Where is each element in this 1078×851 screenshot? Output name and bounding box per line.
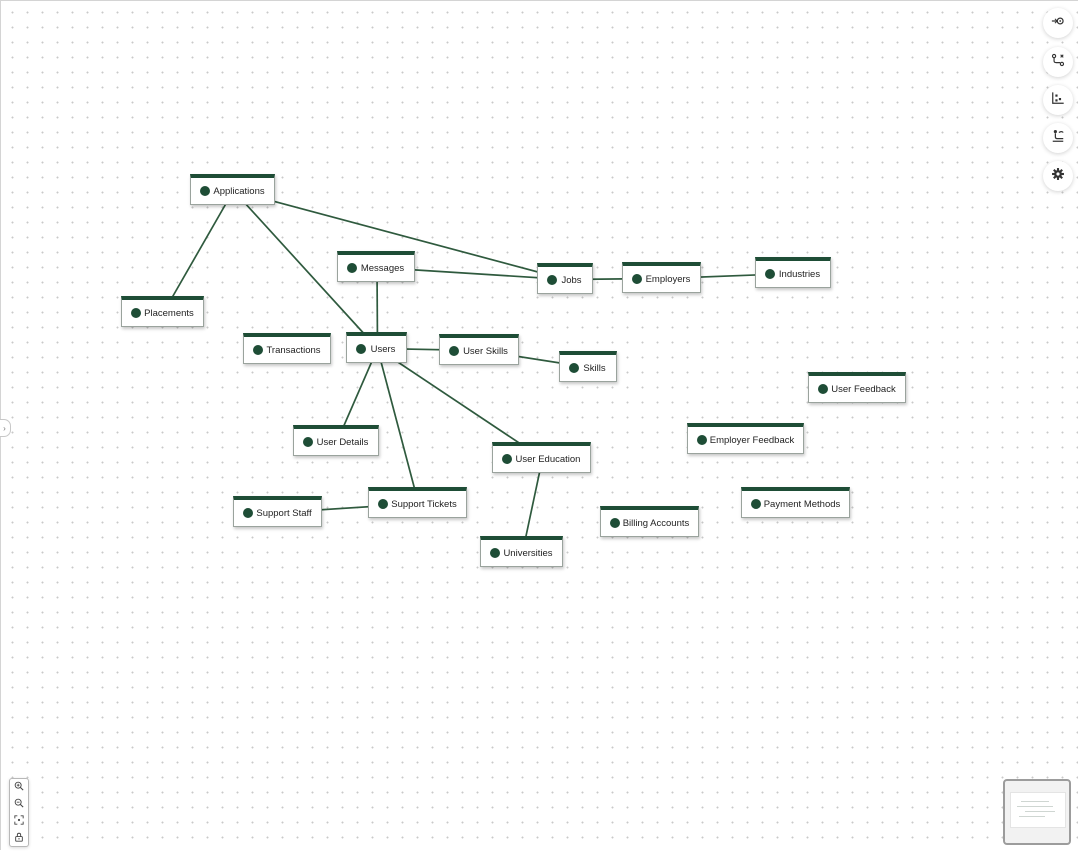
entity-dot-icon [751,499,761,509]
entity-dot-icon [131,308,141,318]
node-transactions[interactable]: Transactions [243,333,331,364]
entity-dot-icon [547,275,557,285]
entity-dot-icon [378,499,388,509]
entity-dot-icon [502,454,512,464]
fit-view-icon [14,812,24,830]
node-jobs[interactable]: Jobs [537,263,593,294]
entity-dot-icon [243,508,253,518]
node-users[interactable]: Users [346,332,407,363]
commit-arrow-button[interactable] [1043,8,1073,38]
entity-dot-icon [765,269,775,279]
minimap[interactable] [1003,779,1071,845]
scatter-layout-icon [1051,91,1065,110]
node-universities[interactable]: Universities [480,536,563,567]
node-label: Employer Feedback [709,434,795,446]
diagram-canvas[interactable]: Applications Placements Messages Jobs Em… [0,0,1078,850]
node-messages[interactable]: Messages [337,251,415,282]
entity-dot-icon [610,518,620,528]
node-placements[interactable]: Placements [121,296,204,327]
node-label: User Details [316,436,369,448]
entity-dot-icon [697,435,707,445]
node-user-details[interactable]: User Details [293,425,379,456]
node-label: Universities [503,547,553,559]
lock-icon [14,829,24,847]
route-icon [1051,53,1065,72]
node-label: Transactions [266,344,321,356]
lock-button[interactable] [13,832,25,844]
entity-dot-icon [632,274,642,284]
entity-dot-icon [303,437,313,447]
tree-layout-icon [1051,129,1065,148]
settings-button[interactable] [1043,161,1073,191]
node-employers[interactable]: Employers [622,262,701,293]
entity-dot-icon [347,263,357,273]
node-user-education[interactable]: User Education [492,442,591,473]
entity-dot-icon [818,384,828,394]
node-label: Industries [778,268,821,280]
zoom-out-button[interactable] [13,798,25,810]
node-industries[interactable]: Industries [755,257,831,288]
node-label: Users [370,343,396,355]
node-label: Payment Methods [763,498,841,510]
sidebar-toggle[interactable]: › [0,419,11,437]
zoom-out-icon [14,795,24,813]
node-support-tickets[interactable]: Support Tickets [368,487,467,518]
scatter-layout-button[interactable] [1043,85,1073,115]
node-employer-feedback[interactable]: Employer Feedback [687,423,804,454]
entity-dot-icon [253,345,263,355]
entity-dot-icon [200,186,210,196]
node-label: Support Tickets [391,498,457,510]
node-label: Support Staff [256,507,312,519]
route-button[interactable] [1043,47,1073,77]
minimap-node [1025,811,1055,812]
node-label: User Education [515,453,581,465]
node-label: Messages [360,262,405,274]
edge-layer [162,189,795,553]
commit-arrow-icon [1051,14,1065,33]
entity-dot-icon [490,548,500,558]
node-label: User Skills [463,345,508,357]
entity-dot-icon [356,344,366,354]
node-applications[interactable]: Applications [190,174,275,205]
node-label: Skills [583,362,606,374]
node-skills[interactable]: Skills [559,351,617,382]
node-label: Jobs [561,274,582,286]
entity-dot-icon [449,346,459,356]
entity-dot-icon [569,363,579,373]
gear-icon [1051,167,1065,186]
fit-view-button[interactable] [13,815,25,827]
node-user-feedback[interactable]: User Feedback [808,372,906,403]
zoom-in-icon [14,778,24,796]
node-label: User Feedback [831,383,896,395]
minimap-viewport [1010,792,1066,828]
zoom-controls [9,778,29,847]
node-label: Applications [213,185,265,197]
node-user-skills[interactable]: User Skills [439,334,519,365]
minimap-node [1021,801,1049,802]
node-label: Billing Accounts [622,517,690,529]
node-payment-methods[interactable]: Payment Methods [741,487,850,518]
chevron-right-icon: › [3,423,6,433]
tree-layout-button[interactable] [1043,123,1073,153]
node-label: Employers [645,273,691,285]
zoom-in-button[interactable] [13,781,25,793]
minimap-node [1019,816,1045,817]
node-support-staff[interactable]: Support Staff [233,496,322,527]
edge-applications-placements [162,190,235,313]
node-billing-accounts[interactable]: Billing Accounts [600,506,699,537]
minimap-node [1017,806,1053,807]
node-label: Placements [144,307,194,319]
